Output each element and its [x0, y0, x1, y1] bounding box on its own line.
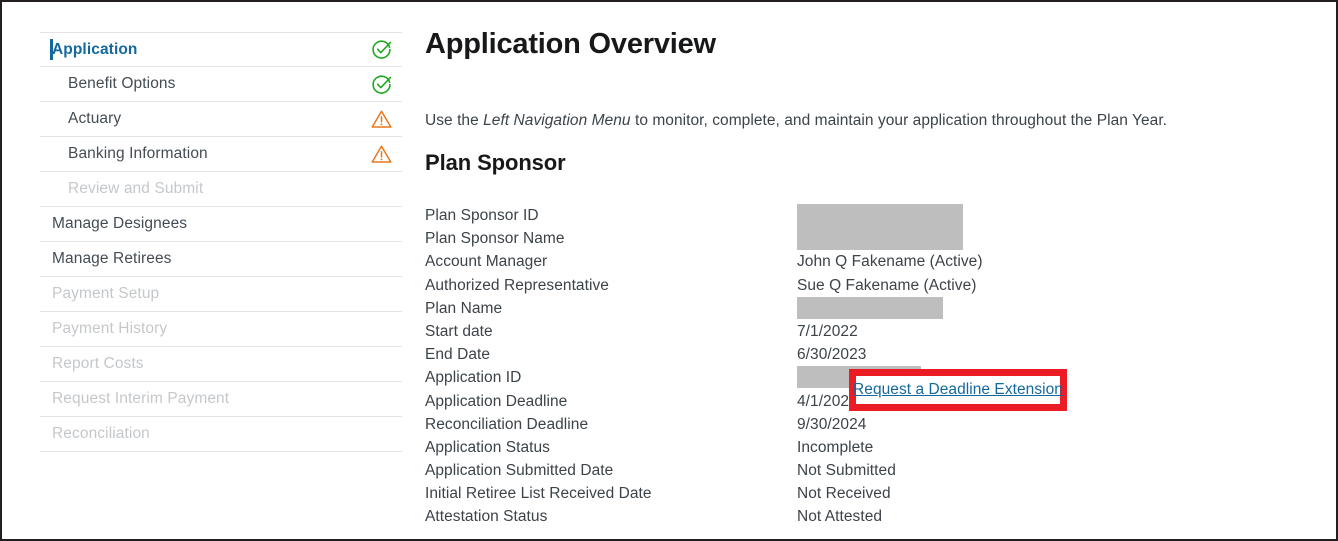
redacted-value-bar [797, 296, 943, 319]
intro-text-before: Use the [425, 112, 484, 129]
detail-row-initial-retiree-list-received-date: Initial Retiree List Received Date Not Re… [425, 482, 1105, 505]
detail-row-plan-sponsor-name: Plan Sponsor Name [425, 227, 1105, 251]
sidebar-item-label: Benefit Options [68, 75, 176, 92]
detail-label: Application ID [425, 369, 522, 387]
section-title-plan-sponsor: Plan Sponsor [425, 150, 566, 175]
deadline-extension-highlight-box: Request a Deadline Extension [849, 368, 1067, 411]
detail-label: Application Status [425, 438, 550, 456]
detail-label: Application Deadline [425, 392, 568, 410]
sidebar-item-label: Review and Submit [68, 180, 204, 197]
detail-label: Application Submitted Date [425, 462, 614, 480]
sidebar-item-reconciliation: Reconciliation [40, 417, 402, 452]
sidebar-item-banking-information[interactable]: Banking Information [40, 137, 402, 172]
detail-value: 6/30/2023 [797, 346, 867, 364]
detail-label: Plan Name [425, 299, 503, 317]
detail-label: Plan Sponsor Name [425, 230, 565, 248]
detail-label: End Date [425, 346, 491, 364]
sidebar-item-label: Application [52, 40, 138, 58]
sidebar-item-payment-setup: Payment Setup [40, 277, 402, 312]
sidebar-item-label: Actuary [68, 110, 122, 127]
detail-label: Initial Retiree List Received Date [425, 485, 652, 503]
detail-row-plan-sponsor-id: Plan Sponsor ID [425, 204, 1105, 228]
detail-label: Start date [425, 322, 493, 340]
sidebar-item-application[interactable]: Application [40, 32, 402, 67]
sidebar-item-label: Manage Retirees [52, 250, 172, 267]
detail-value: 7/1/2022 [797, 322, 858, 340]
detail-label: Plan Sponsor ID [425, 207, 539, 224]
intro-text-emphasis: Left Navigation Menu [483, 112, 631, 129]
sidebar-item-label: Payment Setup [52, 285, 160, 302]
detail-value: Not Attested [797, 508, 883, 526]
check-circle-icon [370, 73, 392, 95]
sidebar-item-payment-history: Payment History [40, 312, 402, 347]
sidebar-item-benefit-options[interactable]: Benefit Options [40, 67, 402, 102]
sidebar-item-report-costs: Report Costs [40, 347, 402, 382]
detail-value: 9/30/2024 [797, 415, 867, 433]
sidebar-item-actuary[interactable]: Actuary [40, 102, 402, 137]
detail-row-attestation-status: Attestation Status Not Attested [425, 505, 1105, 528]
detail-label: Account Manager [425, 253, 548, 271]
redacted-value-bar [797, 227, 963, 251]
request-deadline-extension-link[interactable]: Request a Deadline Extension [853, 381, 1063, 399]
sidebar-item-label: Report Costs [52, 355, 144, 372]
page-title: Application Overview [425, 28, 716, 60]
warning-triangle-icon [370, 143, 392, 165]
sidebar-item-review-and-submit: Review and Submit [40, 172, 402, 207]
sidebar-item-label: Manage Designees [52, 215, 188, 232]
plan-sponsor-details-list: Plan Sponsor ID Plan Sponsor Name Account … [425, 204, 1105, 529]
check-circle-icon [370, 39, 392, 61]
sidebar-item-manage-retirees[interactable]: Manage Retirees [40, 242, 402, 277]
detail-value: Not Submitted [797, 462, 896, 480]
left-navigation-menu: Application Benefit Options Actuary Banking… [40, 32, 402, 452]
redacted-value-bar [797, 204, 963, 228]
detail-row-end-date: End Date 6/30/2023 [425, 343, 1105, 366]
detail-row-account-manager: Account Manager John Q Fakename (Active) [425, 250, 1105, 273]
detail-value: Sue Q Fakename (Active) [797, 276, 977, 294]
sidebar-item-manage-designees[interactable]: Manage Designees [40, 207, 402, 242]
detail-label: Authorized Representative [425, 276, 609, 294]
detail-value: Incomplete [797, 438, 874, 456]
detail-row-plan-name: Plan Name [425, 296, 1105, 320]
detail-row-application-submitted-date: Application Submitted Date Not Submitted [425, 459, 1105, 482]
detail-value: Not Received [797, 485, 891, 503]
detail-row-application-status: Application Status Incomplete [425, 436, 1105, 459]
sidebar-item-label: Reconciliation [52, 425, 150, 442]
detail-value: John Q Fakename (Active) [797, 253, 983, 271]
detail-row-reconciliation-deadline: Reconciliation Deadline 9/30/2024 [425, 413, 1105, 436]
sidebar-item-label: Request Interim Payment [52, 390, 230, 407]
warning-triangle-icon [370, 108, 392, 130]
sidebar-item-label: Banking Information [68, 145, 208, 162]
detail-label: Attestation Status [425, 508, 548, 526]
detail-row-authorized-representative: Authorized Representative Sue Q Fakename … [425, 274, 1105, 297]
sidebar-item-label: Payment History [52, 320, 168, 337]
detail-label: Reconciliation Deadline [425, 415, 589, 433]
detail-row-application-deadline: Application Deadline 4/1/2022 Request a De… [425, 368, 1105, 413]
intro-text: Use the Left Navigation Menu to monitor,… [425, 112, 1167, 130]
sidebar-item-request-interim-payment: Request Interim Payment [40, 382, 402, 417]
active-indicator-bar [50, 39, 53, 60]
intro-text-after: to monitor, complete, and maintain your … [630, 112, 1168, 129]
main-content: Application Overview Use the Left Naviga… [425, 28, 1326, 525]
application-overview-page: Application Benefit Options Actuary Banking… [0, 0, 1338, 541]
detail-row-start-date: Start date 7/1/2022 [425, 320, 1105, 343]
